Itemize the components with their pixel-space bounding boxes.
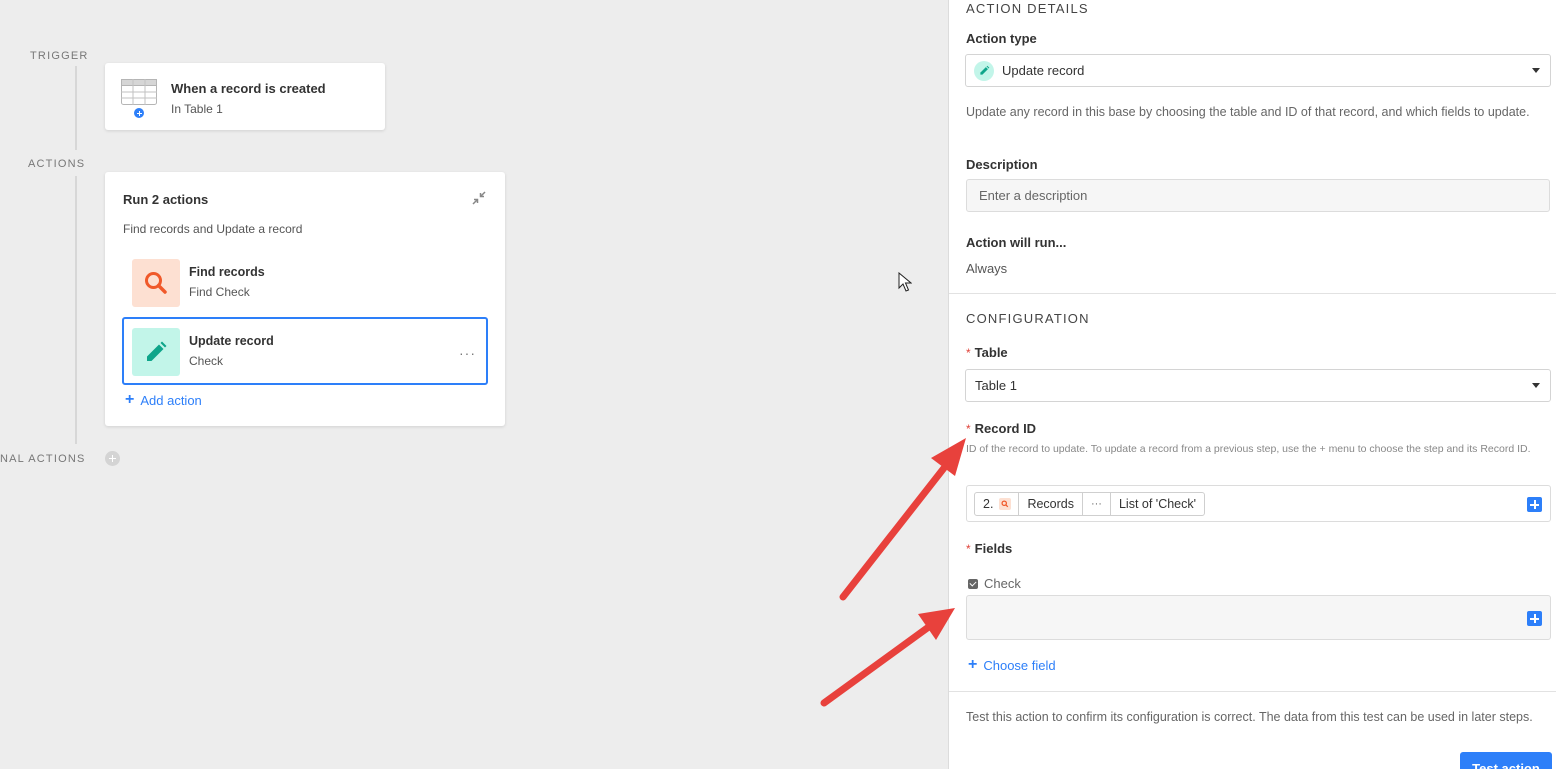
pencil-icon bbox=[974, 60, 994, 81]
description-placeholder: Enter a description bbox=[979, 188, 1088, 203]
record-id-token-chain[interactable]: 2. Records ··· List of 'Check' bbox=[974, 492, 1206, 516]
required-marker: * bbox=[966, 346, 971, 360]
insert-token-plus-icon[interactable] bbox=[1527, 611, 1542, 626]
table-select[interactable]: Table 1 bbox=[965, 369, 1551, 402]
actions-group-title: Run 2 actions bbox=[123, 192, 209, 207]
update-tile bbox=[132, 328, 180, 376]
action-will-run-value[interactable]: Always bbox=[966, 261, 1007, 276]
plus-icon: + bbox=[968, 656, 978, 673]
connector-line bbox=[75, 176, 77, 444]
table-label: * Table bbox=[966, 345, 1008, 360]
action-item-find-records[interactable]: Find records Find Check bbox=[123, 251, 488, 317]
step-token: 2. bbox=[975, 493, 1020, 515]
chevron-down-icon bbox=[1532, 383, 1540, 388]
field-check-input[interactable] bbox=[966, 595, 1551, 640]
chevron-down-icon bbox=[1532, 68, 1540, 73]
more-token-icon[interactable]: ··· bbox=[1083, 493, 1111, 515]
actions-group-card[interactable]: Run 2 actions Find records and Update a … bbox=[105, 172, 505, 426]
find-tile bbox=[132, 259, 180, 307]
collapse-icon[interactable] bbox=[471, 190, 487, 206]
actions-section-label: ACTIONS bbox=[28, 158, 86, 170]
add-action-button[interactable]: + Add action bbox=[125, 392, 202, 408]
action-type-label: Action type bbox=[966, 31, 1037, 46]
record-id-input[interactable]: 2. Records ··· List of 'Check' bbox=[966, 485, 1551, 522]
action-type-value: Update record bbox=[1002, 63, 1085, 78]
table-value: Table 1 bbox=[975, 378, 1017, 393]
divider bbox=[949, 293, 1556, 294]
add-action-label: Add action bbox=[140, 392, 202, 408]
record-id-help: ID of the record to update. To update a … bbox=[966, 443, 1531, 455]
search-icon bbox=[999, 498, 1012, 510]
action-item-title: Find records bbox=[189, 265, 265, 279]
action-item-subtitle: Find Check bbox=[189, 285, 250, 299]
action-item-subtitle: Check bbox=[189, 354, 224, 368]
records-token: Records bbox=[1019, 493, 1083, 515]
action-details-header: ACTION DETAILS bbox=[966, 1, 1089, 16]
choose-field-button[interactable]: + Choose field bbox=[968, 657, 1056, 673]
conditional-actions-section-label: NAL ACTIONS bbox=[0, 453, 86, 465]
plus-badge-icon bbox=[133, 107, 145, 119]
pencil-icon bbox=[147, 341, 167, 361]
checkbox-icon bbox=[968, 578, 978, 589]
choose-field-label: Choose field bbox=[983, 657, 1056, 673]
test-help: Test this action to confirm its configur… bbox=[966, 710, 1533, 724]
field-check-label: Check bbox=[984, 576, 1021, 591]
connector-line bbox=[75, 66, 77, 150]
insert-token-plus-icon[interactable] bbox=[1527, 497, 1542, 512]
more-options-icon[interactable]: ··· bbox=[459, 345, 476, 361]
plus-icon: + bbox=[125, 391, 135, 408]
trigger-title: When a record is created bbox=[171, 81, 326, 96]
record-id-label: * Record ID bbox=[966, 421, 1037, 436]
test-action-button[interactable]: Test action bbox=[1460, 752, 1552, 769]
table-icon bbox=[121, 79, 157, 105]
actions-group-subtitle: Find records and Update a record bbox=[123, 222, 303, 236]
trigger-subtitle: In Table 1 bbox=[171, 102, 223, 116]
description-input[interactable]: Enter a description bbox=[966, 179, 1550, 212]
search-icon bbox=[145, 272, 167, 294]
trigger-section-label: TRIGGER bbox=[30, 50, 89, 62]
list-token: List of 'Check' bbox=[1118, 497, 1197, 511]
configuration-header: CONFIGURATION bbox=[966, 311, 1090, 326]
trigger-card[interactable]: When a record is created In Table 1 bbox=[105, 63, 385, 130]
action-item-title: Update record bbox=[189, 334, 274, 348]
required-marker: * bbox=[966, 542, 971, 556]
description-label: Description bbox=[966, 157, 1038, 172]
action-type-help: Update any record in this base by choosi… bbox=[966, 105, 1530, 119]
required-marker: * bbox=[966, 422, 971, 436]
action-item-update-record[interactable]: Update record Check ··· bbox=[122, 317, 488, 385]
action-config-panel: ACTION DETAILS Action type Update record… bbox=[948, 0, 1556, 769]
divider bbox=[949, 691, 1556, 692]
action-type-select[interactable]: Update record bbox=[965, 54, 1551, 87]
fields-label: * Fields bbox=[966, 541, 1013, 556]
action-will-run-label: Action will run... bbox=[966, 235, 1067, 250]
add-conditional-action-icon[interactable] bbox=[105, 451, 120, 466]
field-check-row: Check bbox=[968, 576, 1021, 591]
mouse-cursor-icon bbox=[898, 272, 912, 292]
automation-canvas: TRIGGER ACTIONS NAL ACTIONS When a recor… bbox=[0, 0, 948, 769]
